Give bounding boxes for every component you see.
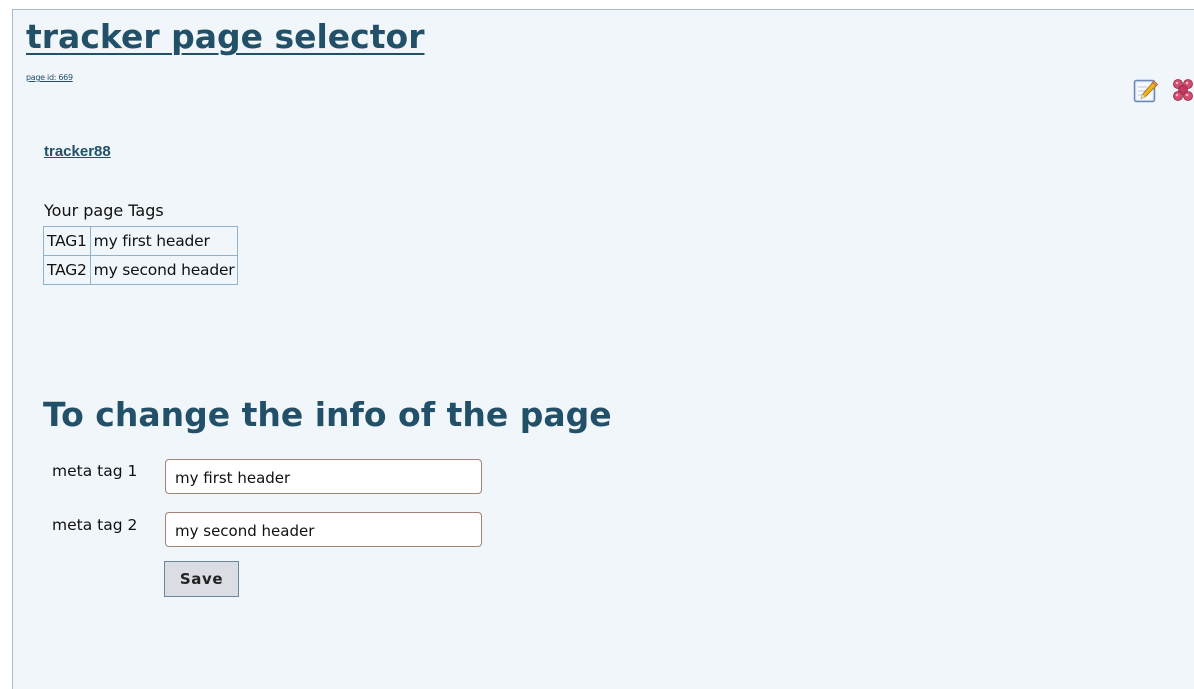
tag-key-cell: TAG2 — [43, 255, 91, 285]
tags-caption: Your page Tags — [44, 201, 164, 220]
save-button[interactable]: Save — [164, 561, 239, 597]
remove-x-icon[interactable] — [1171, 77, 1194, 103]
page-id-link[interactable]: page id: 669 — [26, 73, 73, 82]
meta-tag-2-input[interactable] — [165, 512, 482, 547]
edit-pencil-icon[interactable] — [1133, 78, 1159, 104]
meta-tag-2-label: meta tag 2 — [52, 516, 138, 534]
meta-tag-1-label: meta tag 1 — [52, 462, 138, 480]
tag-value-cell: my first header — [89, 226, 239, 256]
page-frame: tracker page selector page id: 669 track… — [12, 9, 1194, 689]
tag-value-cell: my second header — [89, 255, 239, 285]
tags-table: TAG1 my first header TAG2 my second head… — [43, 226, 239, 285]
page-title[interactable]: tracker page selector — [26, 17, 424, 57]
tag-key-cell: TAG1 — [43, 226, 91, 256]
table-row: TAG2 my second header — [43, 255, 239, 285]
meta-tag-1-input[interactable] — [165, 459, 482, 494]
table-row: TAG1 my first header — [43, 226, 239, 256]
section-heading: To change the info of the page — [43, 395, 612, 434]
tracker-link[interactable]: tracker88 — [44, 143, 111, 160]
